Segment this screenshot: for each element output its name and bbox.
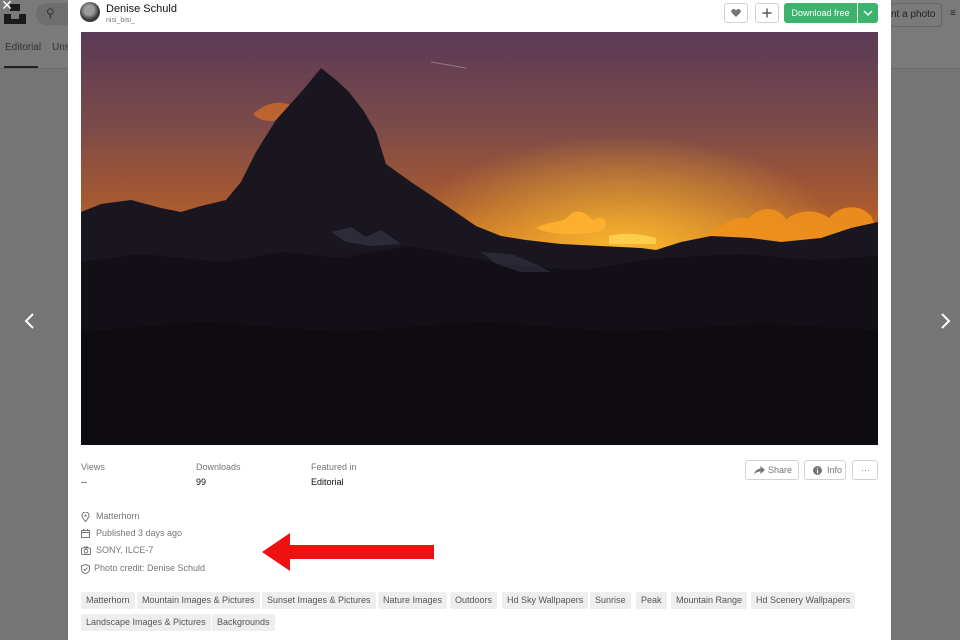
stat-label: Downloads [196,462,241,472]
heart-icon [731,8,741,17]
featured-stat: Featured in Editorial [311,462,357,487]
author-name[interactable]: Denise Schuld [106,3,177,15]
downloads-stat: Downloads 99 [196,462,241,487]
credit-text: Photo credit: Denise Schuld [94,563,206,573]
previous-photo-arrow[interactable] [20,311,40,331]
published-text: Published 3 days ago [96,528,183,538]
more-actions-button[interactable]: ··· [852,460,878,480]
tab-editorial[interactable]: Editorial [5,42,41,53]
tag-item[interactable]: Sunrise [590,592,631,609]
next-photo-arrow[interactable] [935,311,955,331]
stat-label: Views [81,462,105,472]
calendar-icon [81,529,90,538]
red-annotation-arrow [262,533,436,576]
tag-item[interactable]: Nature Images [378,592,448,609]
stat-label: Featured in [311,462,357,472]
location-pin-icon [81,512,90,522]
matterhorn-sunset-image [81,32,878,445]
tag-item[interactable]: Matterhorn [81,592,135,609]
left-arrow-icon [262,533,434,571]
info-label: Info [827,465,843,475]
info-icon [813,466,822,475]
photo-modal: Denise Schuld nisi_bisi_ Download free V… [68,0,891,640]
download-options-button[interactable] [858,3,878,23]
tag-item[interactable]: Hd Scenery Wallpapers [751,592,856,609]
tag-item[interactable]: Mountain Range [671,592,748,609]
submit-photo-button[interactable]: nt a photo [890,3,942,27]
stat-value: 99 [196,477,207,487]
close-icon[interactable]: ✕ [0,0,14,12]
location-text[interactable]: Matterhorn [96,511,140,521]
camera-icon [81,546,91,555]
add-to-collection-button[interactable] [755,3,779,23]
camera-text: SONY, ILCE-7 [96,545,154,555]
share-label: Share [768,465,793,475]
more-icon: ··· [861,465,870,475]
info-button[interactable]: Info [804,460,846,480]
shield-check-icon [81,564,90,574]
chevron-right-icon [941,313,951,329]
tag-item[interactable]: Outdoors [450,592,498,609]
tag-item[interactable]: Hd Sky Wallpapers [502,592,589,609]
tag-item[interactable]: Mountain Images & Pictures [137,592,260,609]
views-stat: Views -- [81,462,105,487]
tag-item[interactable]: Backgrounds [212,614,275,631]
tag-item[interactable]: Sunset Images & Pictures [262,592,376,609]
menu-icon[interactable]: ≡ [950,8,956,19]
plus-icon [762,8,772,18]
avatar[interactable] [80,2,100,22]
stat-value[interactable]: Editorial [311,477,357,487]
chevron-down-icon [863,10,873,17]
like-button[interactable] [724,3,748,23]
tag-item[interactable]: Peak [636,592,667,609]
share-button[interactable]: Share [745,460,799,480]
chevron-left-icon [24,313,34,329]
stat-value: -- [81,477,87,487]
download-button[interactable]: Download free [784,3,857,23]
share-icon [754,466,765,475]
main-photo[interactable] [81,32,878,445]
author-handle[interactable]: nisi_bisi_ [106,17,135,24]
tag-item[interactable]: Landscape Images & Pictures [81,614,211,631]
search-icon: ⚲ [46,6,55,20]
